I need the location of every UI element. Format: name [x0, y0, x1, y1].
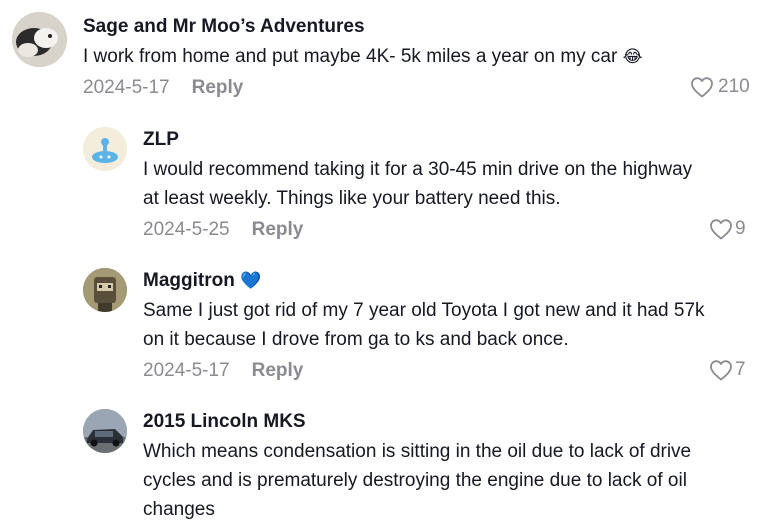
comment-text-line: Same I just got rid of my 7 year old Toy…	[143, 300, 705, 321]
comment-username-text: Maggitron	[143, 270, 235, 291]
heart-icon	[709, 218, 733, 240]
comment-text-line: I would recommend taking it for a 30-45 …	[143, 159, 693, 180]
like-button[interactable]: 7	[709, 359, 746, 381]
heart-icon	[690, 76, 714, 98]
comment-text: I work from home and put maybe 4K- 5k mi…	[83, 42, 642, 71]
comment-text-line: Which means condensation is sitting in t…	[143, 441, 692, 462]
comment-date: 2024-5-17	[143, 360, 230, 381]
comment-text: I would recommend taking it for a 30-45 …	[143, 155, 692, 213]
comment-meta: 2024-5-17 Reply	[83, 77, 243, 99]
reply-button[interactable]: Reply	[192, 77, 244, 98]
avatar[interactable]	[83, 409, 127, 453]
like-count: 7	[735, 359, 746, 380]
comment-date: 2024-5-25	[143, 219, 230, 240]
avatar[interactable]	[12, 12, 67, 67]
like-button[interactable]: 9	[709, 218, 746, 240]
comment-meta: 2024-5-17 Reply	[143, 360, 303, 382]
comment-text: Which means condensation is sitting in t…	[143, 437, 691, 524]
comment-text-body: I work from home and put maybe 4K- 5k mi…	[83, 46, 618, 67]
avatar[interactable]	[83, 268, 127, 312]
comment-date: 2024-5-17	[83, 77, 170, 98]
like-count: 9	[735, 218, 746, 239]
comment-text-line: cycles and is prematurely destroying the…	[143, 470, 687, 491]
comment-text-line: on it because I drove from ga to ks and …	[143, 329, 569, 350]
like-button[interactable]: 210	[690, 76, 750, 98]
comment-text-line: changes	[143, 499, 215, 520]
comment-text-line: at least weekly. Things like your batter…	[143, 188, 561, 209]
comment-username[interactable]: ZLP	[143, 129, 179, 151]
avatar[interactable]	[83, 127, 127, 171]
reply-button[interactable]: Reply	[252, 360, 304, 381]
heart-icon	[709, 359, 733, 381]
reply-button[interactable]: Reply	[252, 219, 304, 240]
like-count: 210	[718, 76, 750, 97]
comment-text: Same I just got rid of my 7 year old Toy…	[143, 296, 705, 354]
comment-username[interactable]: Sage and Mr Moo’s Adventures	[83, 16, 365, 38]
comment-meta: 2024-5-25 Reply	[143, 219, 303, 241]
comment-username[interactable]: Maggitron 💙	[143, 270, 261, 292]
laughing-emoji-icon: 😂	[622, 47, 643, 66]
comment-username[interactable]: 2015 Lincoln MKS	[143, 411, 306, 433]
blue-heart-emoji-icon: 💙	[240, 271, 262, 290]
